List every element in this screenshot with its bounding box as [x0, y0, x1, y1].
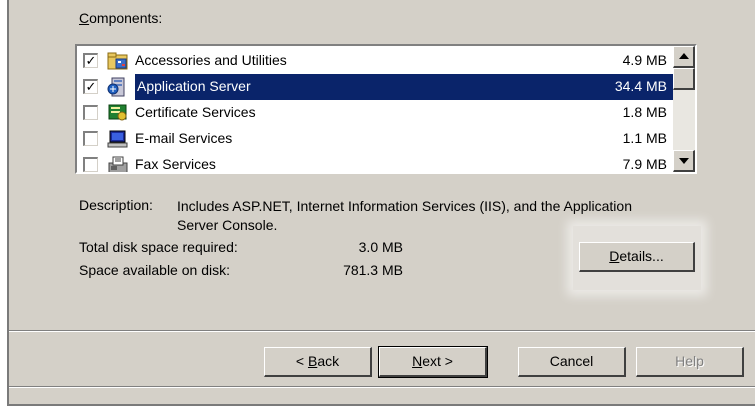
disk-required-value: 3.0 MB — [358, 239, 403, 255]
components-listbox[interactable]: ✓ Accessories and Utilities 4.9 MB ✓ Applica… — [75, 44, 697, 174]
component-size: 7.9 MB — [622, 156, 667, 172]
component-row[interactable]: ✓ Application Server 34.4 MB — [77, 74, 673, 100]
disk-required-label: Total disk space required: — [79, 239, 238, 255]
component-name: Fax Services — [135, 156, 216, 172]
component-size: 1.1 MB — [622, 130, 667, 146]
separator — [9, 330, 755, 332]
certificate-icon — [107, 103, 129, 123]
description-label: Description: — [79, 197, 153, 213]
application-server-icon — [107, 77, 129, 97]
components-list: ✓ Accessories and Utilities 4.9 MB ✓ Applica… — [77, 46, 673, 172]
disk-available-label: Space available on disk: — [79, 262, 230, 278]
details-button[interactable]: Details... — [579, 242, 695, 272]
component-row[interactable]: Certificate Services 1.8 MB — [77, 100, 673, 126]
scroll-thumb[interactable] — [673, 68, 695, 90]
component-name: Certificate Services — [135, 104, 256, 120]
arrow-up-icon — [679, 53, 689, 59]
component-name: Accessories and Utilities — [135, 52, 287, 68]
component-name: Application Server — [137, 78, 251, 94]
component-size: 34.4 MB — [614, 78, 667, 94]
component-row[interactable]: E-mail Services 1.1 MB — [77, 126, 673, 152]
setup-wizard-dialog: Components: ✓ Accessories and Utilities 4.… — [7, 0, 755, 406]
component-row[interactable]: ✓ Accessories and Utilities 4.9 MB — [77, 48, 673, 74]
component-checkbox[interactable]: ✓ — [83, 53, 98, 68]
bottom-separator — [9, 386, 755, 388]
component-checkbox[interactable] — [83, 157, 98, 172]
help-button[interactable]: Help — [636, 347, 744, 377]
components-scrollbar[interactable] — [673, 46, 695, 172]
disk-available-value: 781.3 MB — [343, 262, 403, 278]
component-size: 4.9 MB — [622, 52, 667, 68]
component-size: 1.8 MB — [622, 104, 667, 120]
component-checkbox[interactable] — [83, 105, 98, 120]
component-name: E-mail Services — [135, 130, 233, 146]
scroll-down-button[interactable] — [673, 150, 695, 172]
cancel-button[interactable]: Cancel — [518, 347, 626, 377]
next-button[interactable]: Next > — [378, 346, 488, 378]
scroll-up-button[interactable] — [673, 46, 695, 68]
back-button[interactable]: < Back — [264, 347, 372, 377]
component-checkbox[interactable] — [83, 131, 98, 146]
arrow-down-icon — [679, 158, 689, 164]
fax-icon — [107, 155, 129, 172]
accessories-icon — [107, 51, 129, 71]
component-row[interactable]: Fax Services 7.9 MB — [77, 152, 673, 172]
email-icon — [107, 129, 129, 149]
components-label: Components: — [79, 10, 163, 26]
component-checkbox[interactable]: ✓ — [83, 79, 98, 94]
